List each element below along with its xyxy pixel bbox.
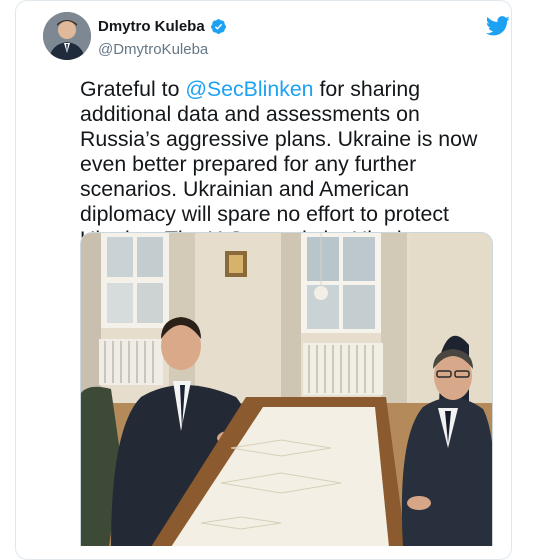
tweet-photo[interactable] [80,232,493,546]
avatar[interactable] [43,12,91,60]
author-name-row[interactable]: Dmytro Kuleba [98,18,227,35]
tweet-text-intro: Grateful to [80,77,186,101]
verified-badge-icon [210,19,226,34]
author-handle[interactable]: @DmytroKuleba [98,41,208,58]
author-display-name[interactable]: Dmytro Kuleba [98,18,205,35]
mention-link[interactable]: @SecBlinken [185,77,313,101]
twitter-bird-icon[interactable] [486,16,510,36]
